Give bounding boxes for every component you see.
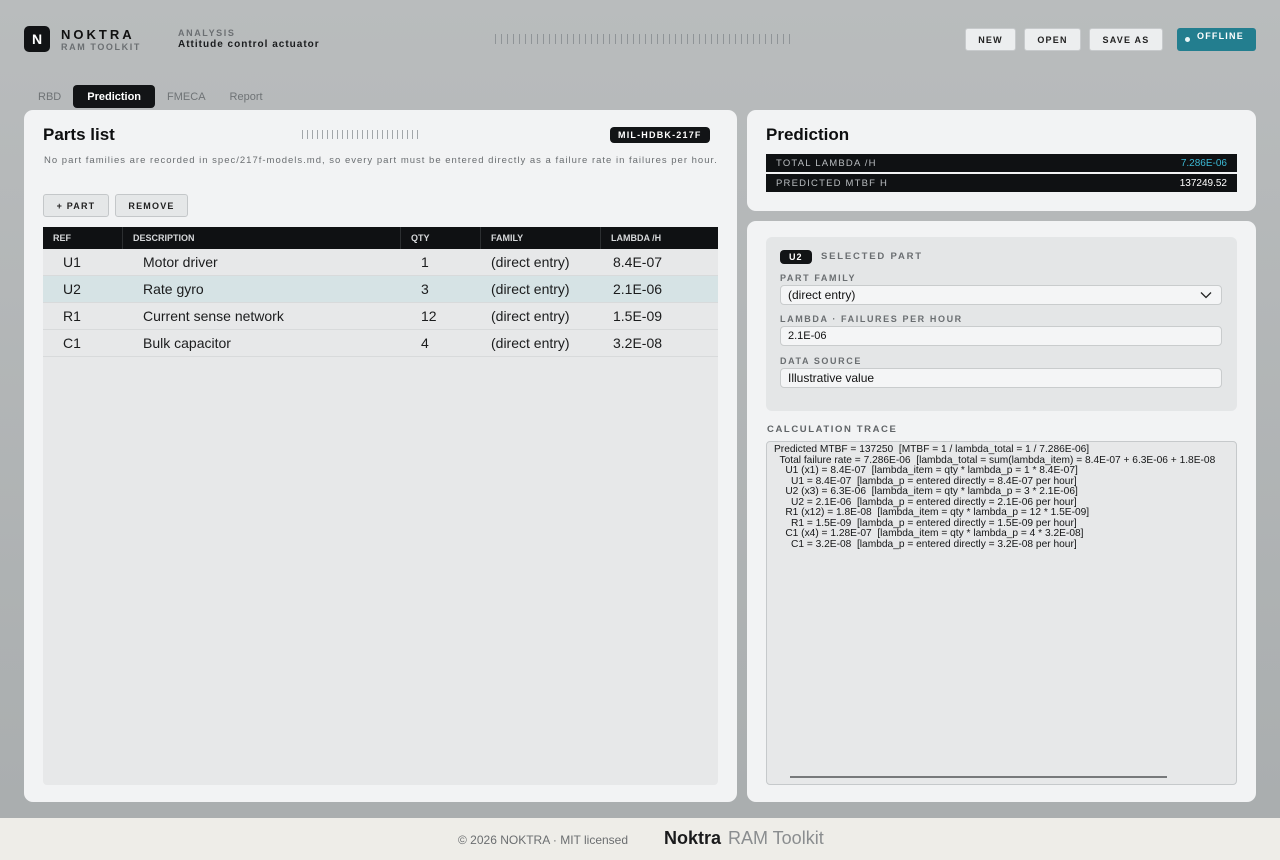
view-tabs: RBD Prediction FMECA Report [26, 85, 275, 108]
status-label: OFFLINE [1197, 30, 1244, 41]
lambda-input[interactable]: 2.1E-06 [780, 326, 1222, 346]
calculation-trace[interactable]: Predicted MTBF = 137250 [MTBF = 1 / lamb… [766, 441, 1237, 785]
selected-part-panel: U2 SELECTED PART PART FAMILY (direct ent… [747, 221, 1256, 802]
cell-qty: 1 [421, 254, 429, 270]
data-source-input[interactable]: Illustrative value [780, 368, 1222, 388]
column-header-family[interactable]: FAMILY [481, 227, 601, 249]
cell-description: Rate gyro [143, 281, 204, 297]
cell-lambda: 8.4E-07 [613, 254, 663, 270]
parts-note: No part families are recorded in spec/21… [44, 155, 718, 166]
column-header-qty[interactable]: QTY [401, 227, 481, 249]
cell-description: Current sense network [143, 308, 284, 324]
parts-table: REF DESCRIPTION QTY FAMILY LAMBDA /H U1 … [43, 227, 718, 785]
offline-status-badge: OFFLINE [1177, 28, 1256, 51]
cell-description: Bulk capacitor [143, 335, 231, 351]
footer-product: RAM Toolkit [728, 828, 824, 848]
parts-table-header: REF DESCRIPTION QTY FAMILY LAMBDA /H [43, 227, 718, 249]
cell-lambda: 1.5E-09 [613, 308, 663, 324]
trace-line: Predicted MTBF = 137250 [MTBF = 1 / lamb… [774, 444, 1090, 455]
cell-qty: 4 [421, 335, 429, 351]
cell-description: Motor driver [143, 254, 218, 270]
column-header-lambda[interactable]: LAMBDA /H [601, 227, 718, 249]
parts-list-title: Parts list [43, 125, 115, 144]
status-dot-icon [1185, 37, 1190, 42]
tab-rbd[interactable]: RBD [26, 85, 73, 108]
app-subtitle: RAM TOOLKIT [61, 42, 141, 52]
cell-family: (direct entry) [491, 335, 570, 351]
table-row-selected[interactable]: U2 Rate gyro 3 (direct entry) 2.1E-06 [43, 276, 718, 303]
app-header: N NOKTRA RAM TOOLKIT ANALYSIS Attitude c… [0, 0, 1280, 80]
footer-copyright: © 2026 NOKTRA · MIT licensed [458, 833, 629, 847]
decorative-ticks [302, 130, 420, 139]
table-row[interactable]: C1 Bulk capacitor 4 (direct entry) 3.2E-… [43, 330, 718, 357]
section-kicker: ANALYSIS [178, 28, 236, 38]
standard-badge: MIL-HDBK-217F [610, 127, 710, 143]
remove-part-button[interactable]: REMOVE [115, 194, 188, 217]
cell-lambda: 2.1E-06 [613, 281, 663, 297]
column-header-description[interactable]: DESCRIPTION [123, 227, 401, 249]
trace-line: U2 (x3) = 6.3E-06 [lambda_item = qty * l… [774, 486, 1078, 497]
selected-part-kicker: SELECTED PART [821, 251, 923, 262]
lambda-field-label: LAMBDA · FAILURES PER HOUR [780, 314, 963, 324]
cell-lambda: 3.2E-08 [613, 335, 663, 351]
part-family-label: PART FAMILY [780, 273, 857, 283]
calculation-trace-label: CALCULATION TRACE [767, 424, 898, 435]
cell-family: (direct entry) [491, 308, 570, 324]
analysis-title: Attitude control actuator [178, 39, 320, 50]
predicted-mtbf-metric: PREDICTED MTBF H 137249.52 [766, 174, 1237, 192]
cell-qty: 3 [421, 281, 429, 297]
predicted-mtbf-value: 137249.52 [1179, 177, 1227, 189]
total-lambda-label: TOTAL LAMBDA /H [776, 157, 877, 169]
save-as-button[interactable]: SAVE AS [1089, 28, 1163, 51]
add-part-button[interactable]: + PART [43, 194, 109, 217]
trace-line: U1 (x1) = 8.4E-07 [lambda_item = qty * l… [774, 465, 1078, 476]
tab-report[interactable]: Report [218, 85, 275, 108]
table-row[interactable]: U1 Motor driver 1 (direct entry) 8.4E-07 [43, 249, 718, 276]
selected-part-editor: U2 SELECTED PART PART FAMILY (direct ent… [766, 237, 1237, 411]
predicted-mtbf-label: PREDICTED MTBF H [776, 177, 889, 189]
app-logo: N [24, 26, 50, 52]
trace-line: C1 = 3.2E-08 [lambda_p = entered directl… [774, 538, 1077, 550]
tab-fmeca[interactable]: FMECA [155, 85, 218, 108]
total-lambda-value: 7.286E-06 [1180, 157, 1227, 169]
footer-brand: Noktra [664, 828, 722, 848]
app-name: NOKTRA [61, 27, 135, 42]
prediction-panel: Prediction TOTAL LAMBDA /H 7.286E-06 PRE… [747, 110, 1256, 211]
table-row[interactable]: R1 Current sense network 12 (direct entr… [43, 303, 718, 330]
selected-ref-badge: U2 [780, 250, 812, 264]
column-header-ref[interactable]: REF [43, 227, 123, 249]
trace-line: C1 (x4) = 1.28E-07 [lambda_item = qty * … [774, 528, 1084, 539]
new-button[interactable]: NEW [965, 28, 1016, 51]
cell-qty: 12 [421, 308, 437, 324]
chevron-down-icon [1200, 292, 1212, 299]
page-footer: © 2026 NOKTRA · MIT licensed Noktra RAM … [0, 818, 1280, 860]
total-lambda-metric: TOTAL LAMBDA /H 7.286E-06 [766, 154, 1237, 172]
cell-family: (direct entry) [491, 281, 570, 297]
cell-ref: R1 [63, 308, 81, 324]
tab-prediction[interactable]: Prediction [73, 85, 156, 108]
data-source-label: DATA SOURCE [780, 356, 862, 366]
part-family-value: (direct entry) [788, 288, 856, 302]
prediction-title: Prediction [766, 125, 850, 144]
parts-list-panel: Parts list MIL-HDBK-217F No part familie… [24, 110, 737, 802]
cell-ref: U1 [63, 254, 81, 270]
part-family-select[interactable]: (direct entry) [780, 285, 1222, 305]
cell-ref: C1 [63, 335, 81, 351]
cell-family: (direct entry) [491, 254, 570, 270]
cell-ref: U2 [63, 281, 81, 297]
open-button[interactable]: OPEN [1024, 28, 1081, 51]
decorative-ticks [495, 34, 795, 44]
trace-line: R1 (x12) = 1.8E-08 [lambda_item = qty * … [774, 507, 1090, 518]
horizontal-scrollbar[interactable] [790, 776, 1167, 778]
